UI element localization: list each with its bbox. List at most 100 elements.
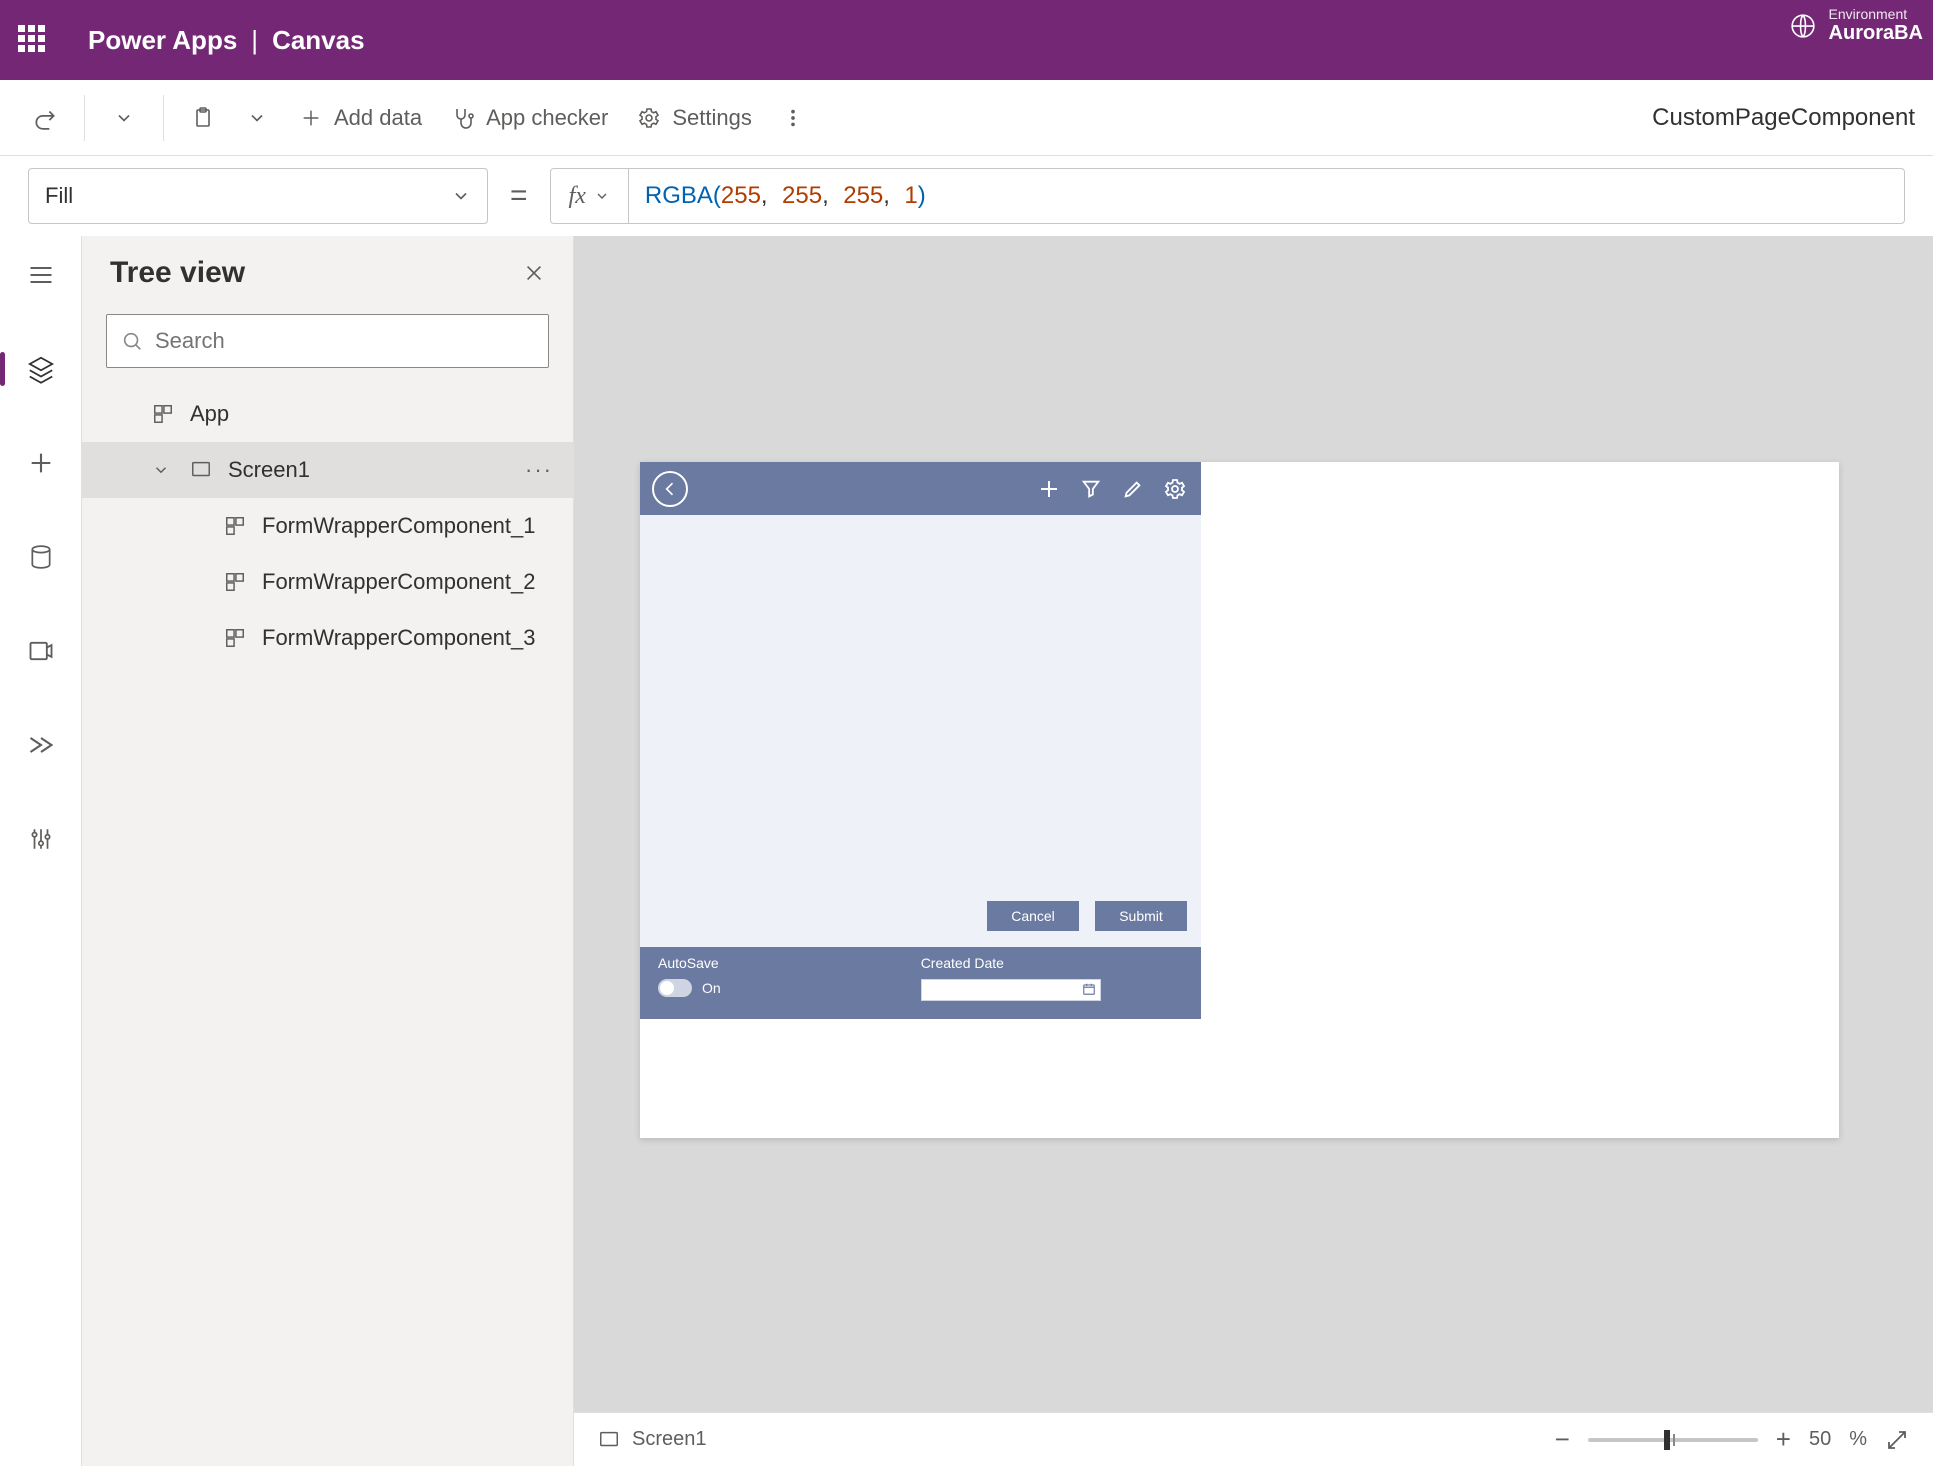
overflow-menu[interactable] (766, 97, 820, 139)
chevron-down-icon (111, 105, 137, 131)
tree-node-label: App (190, 401, 229, 427)
chevron-down-icon[interactable] (152, 461, 174, 479)
tree-view-panel: Tree view App (82, 236, 574, 1466)
plus-icon (298, 105, 324, 131)
media-rail-button[interactable] (18, 628, 64, 674)
preview-body: Cancel Submit (640, 515, 1201, 947)
tree-node-component[interactable]: FormWrapperComponent_1 (82, 498, 573, 554)
preview-screen: Cancel Submit AutoSave On Created Date (640, 462, 1201, 1177)
sliders-icon (28, 826, 54, 852)
data-rail-button[interactable] (18, 534, 64, 580)
filter-button[interactable] (1077, 475, 1105, 503)
settings-button[interactable]: Settings (622, 97, 766, 139)
clipboard-icon (190, 105, 216, 131)
gear-icon (1163, 477, 1187, 501)
tree-view-rail-button[interactable] (18, 346, 64, 392)
hamburger-icon (27, 261, 55, 289)
tree-node-component[interactable]: FormWrapperComponent_2 (82, 554, 573, 610)
settings-label: Settings (672, 105, 752, 131)
search-icon (121, 330, 143, 352)
autosave-state: On (702, 980, 721, 996)
artboard[interactable]: Cancel Submit AutoSave On Created Date (640, 462, 1839, 1138)
tree-node-label: FormWrapperComponent_3 (262, 625, 536, 651)
status-screen-name: Screen1 (632, 1428, 707, 1451)
submit-button[interactable]: Submit (1095, 901, 1187, 931)
zoom-value: 50 (1809, 1428, 1831, 1451)
more-vertical-icon (780, 105, 806, 131)
component-icon (222, 513, 248, 539)
fx-label: fx (569, 183, 586, 210)
title-divider: | (251, 25, 258, 56)
tree-search-input[interactable] (155, 328, 534, 354)
preview-footer: AutoSave On Created Date (640, 947, 1201, 1019)
zoom-in-button[interactable]: + (1776, 1424, 1791, 1455)
tree-node-label: FormWrapperComponent_1 (262, 513, 536, 539)
app-checker-button[interactable]: App checker (436, 97, 622, 139)
page-type-label: Canvas (272, 25, 365, 56)
insert-rail-button[interactable] (18, 440, 64, 486)
undo-dropdown[interactable] (97, 97, 151, 139)
zoom-unit: % (1849, 1428, 1867, 1451)
back-button[interactable] (652, 471, 688, 507)
formula-bar: Fill = fx RGBA(255, 255, 255, 1) (0, 156, 1933, 244)
tree-node-screen1[interactable]: Screen1 ··· (82, 442, 573, 498)
app-checker-label: App checker (486, 105, 608, 131)
app-launcher-icon[interactable] (18, 25, 48, 55)
zoom-out-button[interactable]: − (1555, 1424, 1570, 1455)
status-bar: Screen1 − + 50 % (574, 1412, 1933, 1466)
tree-node-app[interactable]: App (82, 386, 573, 442)
plus-icon (27, 449, 55, 477)
database-icon (28, 544, 54, 570)
created-date-input[interactable] (921, 979, 1101, 1001)
flow-icon (27, 731, 55, 759)
globe-icon (1789, 12, 1817, 40)
add-data-button[interactable]: Add data (284, 97, 436, 139)
created-date-label: Created Date (921, 955, 1101, 971)
calendar-icon (1082, 982, 1096, 996)
undo-button[interactable] (18, 97, 72, 139)
filter-icon (1080, 478, 1102, 500)
tree-node-more-button[interactable]: ··· (525, 457, 553, 483)
zoom-slider[interactable] (1588, 1438, 1758, 1442)
layers-icon (26, 354, 56, 384)
equals-sign: = (504, 179, 534, 213)
paste-dropdown[interactable] (230, 97, 284, 139)
tree-view-title: Tree view (110, 256, 245, 290)
power-automate-rail-button[interactable] (18, 722, 64, 768)
pencil-icon (1122, 478, 1144, 500)
tree-node-label: FormWrapperComponent_2 (262, 569, 536, 595)
advanced-tools-rail-button[interactable] (18, 816, 64, 862)
chevron-down-icon (451, 186, 471, 206)
preview-topbar (640, 462, 1201, 515)
app-header: Power Apps | Canvas Environment AuroraBA (0, 0, 1933, 80)
add-data-label: Add data (334, 105, 422, 131)
left-rail (0, 236, 82, 1466)
formula-input[interactable]: RGBA(255, 255, 255, 1) (629, 168, 1905, 224)
chevron-down-icon (594, 188, 610, 204)
tree-search[interactable] (106, 314, 549, 368)
tree-node-component[interactable]: FormWrapperComponent_3 (82, 610, 573, 666)
fx-dropdown[interactable]: fx (550, 168, 629, 224)
add-item-button[interactable] (1035, 475, 1063, 503)
fit-to-window-button[interactable] (1885, 1428, 1909, 1452)
property-selector[interactable]: Fill (28, 168, 488, 224)
page-name-label: CustomPageComponent (1652, 104, 1915, 132)
hamburger-button[interactable] (18, 252, 64, 298)
chevron-down-icon (244, 105, 270, 131)
undo-icon (32, 105, 58, 131)
environment-picker[interactable]: Environment AuroraBA (1789, 6, 1923, 45)
formula-token-func: RGBA (645, 182, 713, 210)
paste-button[interactable] (176, 97, 230, 139)
close-panel-button[interactable] (523, 262, 545, 284)
media-icon (27, 637, 55, 665)
component-icon (222, 625, 248, 651)
arrow-left-icon (660, 479, 680, 499)
settings-button[interactable] (1161, 475, 1189, 503)
edit-button[interactable] (1119, 475, 1147, 503)
autosave-toggle[interactable]: On (658, 979, 721, 997)
canvas-area[interactable]: Cancel Submit AutoSave On Created Date (574, 236, 1933, 1466)
gear-icon (636, 105, 662, 131)
environment-caption: Environment (1829, 6, 1923, 22)
cancel-button[interactable]: Cancel (987, 901, 1079, 931)
autosave-label: AutoSave (658, 955, 721, 971)
